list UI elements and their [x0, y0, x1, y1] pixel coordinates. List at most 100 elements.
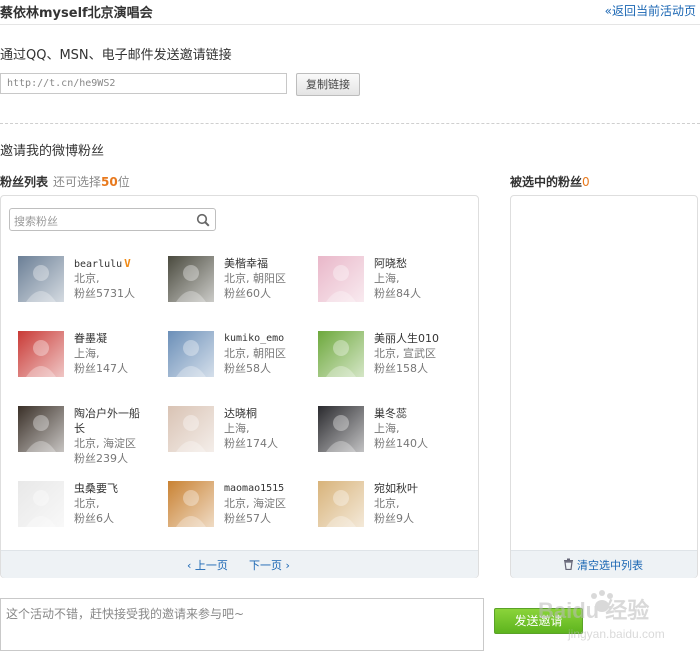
avatar-silhouette-icon	[176, 490, 206, 527]
fan-location: 北京,	[374, 497, 400, 510]
remaining-suffix: 位	[117, 175, 130, 189]
avatar-silhouette-icon	[26, 265, 56, 302]
fan-follower-count: 粉丝140人	[374, 437, 428, 450]
fan-item[interactable]: kumiko_emo 北京, 朝阳区 粉丝58人	[168, 331, 318, 401]
fan-avatar[interactable]	[168, 256, 214, 302]
invite-message-text: 这个活动不错，赶快接受我的邀请来参与吧~	[6, 607, 245, 621]
avatar-silhouette-icon	[326, 265, 356, 302]
avatar-silhouette-icon	[176, 265, 206, 302]
fan-follower-count: 粉丝239人	[74, 452, 128, 465]
fan-item[interactable]: 阿晓愁 上海, 粉丝84人	[318, 256, 468, 326]
clear-selected-link[interactable]: 清空选中列表	[563, 557, 643, 573]
fan-location: 上海,	[74, 347, 100, 360]
fan-name[interactable]: 美丽人生010	[374, 331, 439, 346]
selected-fans-title: 被选中的粉丝0	[510, 173, 590, 190]
fan-location: 北京,	[74, 272, 100, 285]
fan-name[interactable]: 虫桑要飞	[74, 481, 118, 496]
fan-follower-count: 粉丝5731人	[74, 287, 135, 300]
next-page-link[interactable]: 下一页 ›	[249, 557, 290, 573]
fan-name-continued: 长	[74, 422, 85, 435]
fan-avatar[interactable]	[318, 331, 364, 377]
fan-item[interactable]: 陶冶户外一船长北京, 海淀区 粉丝239人	[18, 406, 168, 476]
fan-name[interactable]: maomao1515	[224, 481, 284, 496]
fan-item[interactable]: 虫桑要飞 北京, 粉丝6人	[18, 481, 168, 551]
fan-item[interactable]: 达晓桐 上海, 粉丝174人	[168, 406, 318, 476]
fan-location: 北京, 朝阳区	[224, 347, 286, 360]
selected-count: 0	[582, 175, 590, 189]
fan-avatar[interactable]	[168, 481, 214, 527]
fan-location: 北京, 海淀区	[74, 437, 136, 450]
avatar-silhouette-icon	[26, 490, 56, 527]
baidu-jingyan-watermark: Baidu 经验 jingyan.baidu.com	[538, 590, 665, 641]
remaining-prefix: 还可选择	[53, 175, 102, 189]
fan-avatar[interactable]	[168, 331, 214, 377]
fan-avatar[interactable]	[18, 481, 64, 527]
fan-name[interactable]: 巢冬蕊	[374, 406, 407, 421]
fan-avatar[interactable]	[18, 331, 64, 377]
search-icon[interactable]	[196, 213, 210, 227]
fan-item[interactable]: 巢冬蕊 上海, 粉丝140人	[318, 406, 468, 476]
fan-item[interactable]: 美丽人生010 北京, 宣武区 粉丝158人	[318, 331, 468, 401]
invite-link-heading: 通过QQ、MSN、电子邮件发送邀请链接	[0, 48, 232, 63]
verified-badge-icon: V	[124, 257, 131, 270]
prev-page-link[interactable]: ‹ 上一页	[187, 557, 228, 573]
fan-avatar[interactable]	[318, 406, 364, 452]
fan-item[interactable]: bearlulu V 北京, 粉丝5731人	[18, 256, 168, 326]
fan-follower-count: 粉丝58人	[224, 362, 271, 375]
fan-follower-count: 粉丝9人	[374, 512, 414, 525]
avatar-silhouette-icon	[176, 340, 206, 377]
header-divider	[0, 24, 700, 25]
fan-name[interactable]: 眷墨凝	[74, 331, 107, 346]
fan-item[interactable]: maomao1515 北京, 海淀区 粉丝57人	[168, 481, 318, 551]
selected-title-label: 被选中的粉丝	[510, 175, 583, 189]
prev-page-label: 上一页	[194, 559, 228, 572]
fan-follower-count: 粉丝84人	[374, 287, 421, 300]
fan-name[interactable]: 陶冶户外一船	[74, 406, 140, 421]
search-placeholder: 搜索粉丝	[14, 215, 58, 228]
copy-link-button[interactable]: 复制链接	[296, 73, 360, 96]
watermark-url: jingyan.baidu.com	[567, 627, 665, 641]
avatar-silhouette-icon	[26, 340, 56, 377]
fan-avatar[interactable]	[318, 256, 364, 302]
fan-avatar[interactable]	[318, 481, 364, 527]
fan-location: 北京, 朝阳区	[224, 272, 286, 285]
fan-follower-count: 粉丝147人	[74, 362, 128, 375]
fan-name[interactable]: 达晓桐	[224, 406, 257, 421]
avatar-silhouette-icon	[176, 415, 206, 452]
fan-avatar[interactable]	[168, 406, 214, 452]
fan-follower-count: 粉丝57人	[224, 512, 271, 525]
fan-item[interactable]: 宛如秋叶 北京, 粉丝9人	[318, 481, 468, 551]
fan-follower-count: 粉丝6人	[74, 512, 114, 525]
fan-avatar[interactable]	[18, 256, 64, 302]
remaining-count: 还可选择50位	[53, 173, 130, 190]
invite-message-textarea[interactable]: 这个活动不错，赶快接受我的邀请来参与吧~	[0, 598, 484, 651]
watermark-text: Baidu 经验	[538, 598, 649, 623]
selected-panel-footer: 清空选中列表	[511, 550, 697, 578]
avatar-silhouette-icon	[326, 340, 356, 377]
back-to-event-link[interactable]: «返回当前活动页	[605, 2, 696, 19]
fan-location: 北京,	[74, 497, 100, 510]
remaining-number: 50	[101, 175, 118, 189]
fan-name[interactable]: kumiko_emo	[224, 331, 284, 346]
avatar-silhouette-icon	[326, 490, 356, 527]
fan-location: 上海,	[374, 272, 400, 285]
fan-avatar[interactable]	[18, 406, 64, 452]
fan-name[interactable]: bearlulu V	[74, 256, 131, 272]
fan-location: 北京, 海淀区	[224, 497, 286, 510]
fan-name[interactable]: 美楷幸福	[224, 256, 268, 271]
search-fans-input[interactable]: 搜索粉丝	[9, 208, 216, 231]
fan-name[interactable]: 宛如秋叶	[374, 481, 418, 496]
fan-location: 上海,	[374, 422, 400, 435]
fan-follower-count: 粉丝158人	[374, 362, 428, 375]
fan-follower-count: 粉丝60人	[224, 287, 271, 300]
section-divider	[0, 123, 700, 124]
fan-item[interactable]: 美楷幸福 北京, 朝阳区 粉丝60人	[168, 256, 318, 326]
avatar-silhouette-icon	[26, 415, 56, 452]
invite-fans-heading: 邀请我的微博粉丝	[0, 144, 105, 159]
fan-location: 北京, 宣武区	[374, 347, 436, 360]
next-page-label: 下一页	[249, 559, 282, 572]
fan-follower-count: 粉丝174人	[224, 437, 278, 450]
fan-item[interactable]: 眷墨凝 上海, 粉丝147人	[18, 331, 168, 401]
invite-url-field[interactable]	[0, 73, 287, 94]
fan-name[interactable]: 阿晓愁	[374, 256, 407, 271]
